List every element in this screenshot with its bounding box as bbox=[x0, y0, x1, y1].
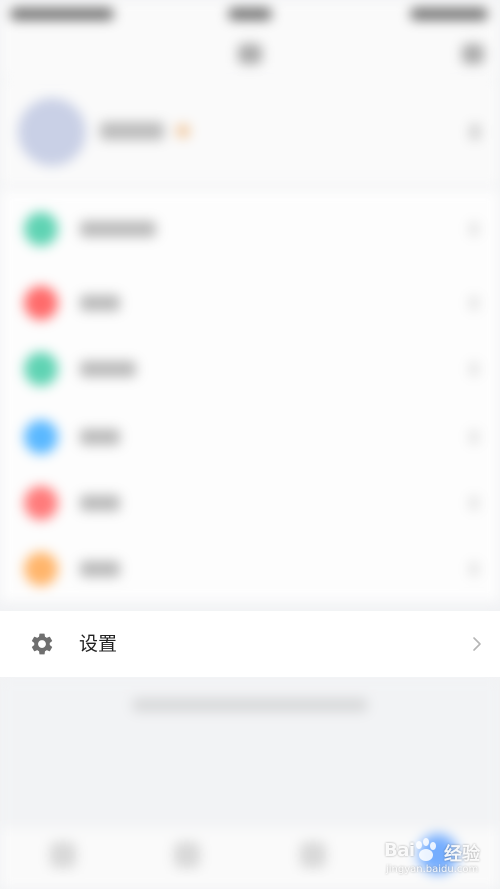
chevron-right-icon bbox=[470, 124, 480, 140]
menu-list bbox=[0, 190, 500, 602]
profile-name bbox=[100, 122, 164, 140]
watermark-brand: Bai bbox=[384, 840, 415, 861]
menu-item-icon bbox=[24, 352, 58, 386]
settings-row[interactable]: 设置 bbox=[0, 611, 500, 677]
blurred-background bbox=[0, 0, 500, 889]
profile-card[interactable] bbox=[0, 80, 500, 185]
menu-item[interactable] bbox=[0, 468, 500, 534]
tab-item[interactable] bbox=[50, 842, 76, 868]
menu-item-icon bbox=[24, 486, 58, 520]
footer-area bbox=[0, 678, 500, 828]
profile-badge bbox=[176, 124, 190, 138]
menu-item[interactable] bbox=[0, 402, 500, 468]
menu-item[interactable] bbox=[0, 268, 500, 334]
settings-label: 设置 bbox=[79, 633, 118, 655]
menu-item-icon bbox=[24, 552, 58, 586]
menu-item[interactable] bbox=[0, 334, 500, 400]
header bbox=[0, 30, 500, 78]
menu-item-icon bbox=[24, 420, 58, 454]
menu-item[interactable] bbox=[0, 194, 500, 260]
tab-item[interactable] bbox=[174, 842, 200, 868]
status-bar bbox=[0, 0, 500, 30]
footer-text bbox=[132, 698, 368, 712]
menu-item-icon bbox=[24, 286, 58, 320]
baidu-jingyan-watermark: Bai 经验 jingyan.baidu.com bbox=[384, 832, 496, 882]
tab-item[interactable] bbox=[300, 842, 326, 868]
avatar[interactable] bbox=[18, 98, 86, 166]
menu-item[interactable] bbox=[0, 534, 500, 600]
watermark-url: jingyan.baidu.com bbox=[386, 864, 479, 875]
gear-icon bbox=[31, 633, 53, 655]
menu-item-icon bbox=[24, 212, 58, 246]
chevron-right-icon bbox=[473, 637, 481, 651]
watermark-brand-cn: 经验 bbox=[444, 844, 480, 865]
